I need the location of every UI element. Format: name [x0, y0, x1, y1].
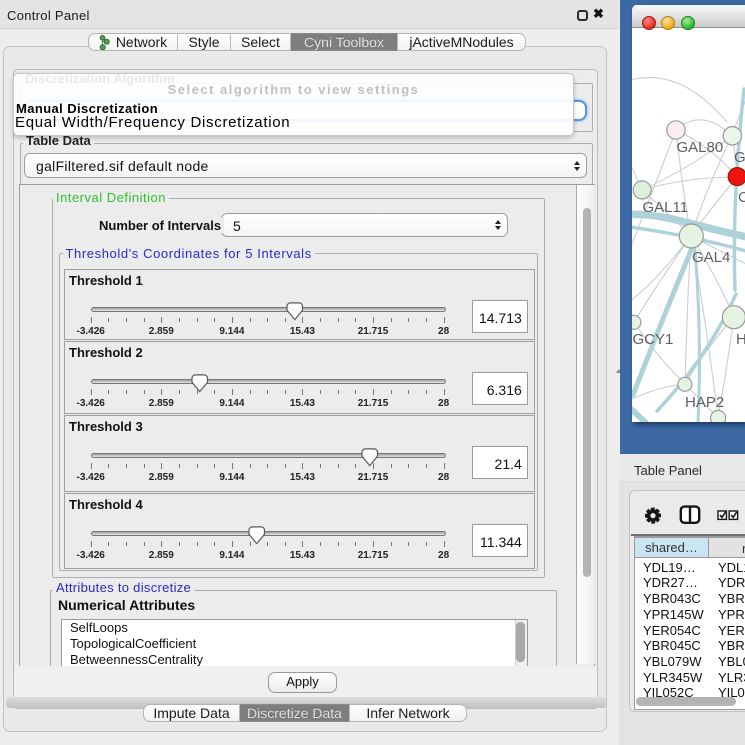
svg-text:HAP2: HAP2	[685, 394, 724, 411]
svg-text:GAL11: GAL11	[642, 199, 688, 216]
svg-text:H: H	[736, 331, 745, 348]
svg-text:GAL4: GAL4	[692, 249, 730, 266]
svg-text:GCY1: GCY1	[632, 331, 673, 348]
svg-text:C: C	[738, 189, 745, 206]
svg-text:G.: G.	[734, 149, 745, 166]
svg-text:GAL80: GAL80	[676, 139, 723, 156]
